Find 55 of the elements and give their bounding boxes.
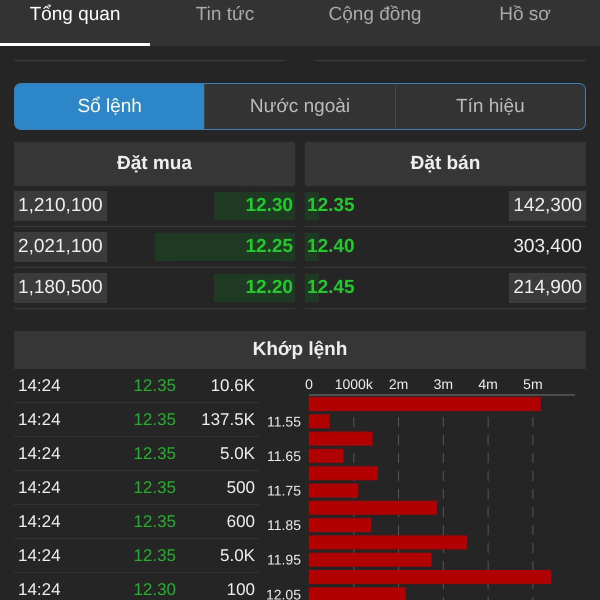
matched-header: Khớp lệnh <box>14 331 586 369</box>
trade-time: 14:24 <box>18 580 62 600</box>
buy-price: 12.30 <box>244 195 294 217</box>
axis-label: 11.95 <box>267 552 301 568</box>
axis-label: 1000k <box>334 376 373 392</box>
buy-price: 12.25 <box>244 236 294 258</box>
axis-label: 2m <box>388 376 408 392</box>
axis-label: 4m <box>478 376 498 392</box>
trade-time: 14:24 <box>18 546 62 566</box>
trade-price: 12.30 <box>132 580 176 600</box>
trade-price: 12.35 <box>132 376 176 396</box>
trade-time: 14:24 <box>18 512 62 532</box>
axis-label: 11.65 <box>267 448 301 464</box>
buy-header: Đặt mua <box>14 142 295 186</box>
trade-volume: 100 <box>226 580 255 600</box>
buy-volume: 1,210,100 <box>14 191 107 221</box>
axis-label: 5m <box>523 376 543 392</box>
segment-button[interactable]: Nước ngoài <box>204 84 395 129</box>
tab[interactable]: Hồ sơ <box>450 0 600 46</box>
trade-time: 14:24 <box>18 410 62 430</box>
trade-price: 12.35 <box>132 444 176 464</box>
axis-label: 11.55 <box>267 413 301 430</box>
trade-volume: 500 <box>226 478 255 498</box>
sell-price: 12.45 <box>306 277 356 299</box>
segment-button[interactable]: Sổ lệnh <box>15 84 204 129</box>
sell-volume: 303,400 <box>512 235 583 259</box>
trade-time: 14:24 <box>18 478 62 498</box>
trade-price: 12.35 <box>132 512 176 532</box>
sell-price: 12.40 <box>306 236 356 258</box>
sell-header: Đặt bán <box>305 142 586 186</box>
axis-label: 11.75 <box>267 482 301 498</box>
axis-label: 12.05 <box>266 586 301 600</box>
trade-volume: 137.5K <box>200 410 255 430</box>
sell-price: 12.35 <box>306 195 356 217</box>
tab[interactable]: Tổng quan <box>0 0 150 46</box>
trade-volume: 600 <box>226 512 255 532</box>
trade-price: 12.35 <box>132 478 176 498</box>
tab[interactable]: Tin tức <box>150 0 300 46</box>
axis-label: 3m <box>434 376 454 392</box>
buy-volume: 1,180,500 <box>14 273 107 303</box>
trade-volume: 5.0K <box>219 444 255 464</box>
axis-label: 11.85 <box>267 517 301 534</box>
trade-volume: 10.6K <box>210 376 255 396</box>
trade-time: 14:24 <box>18 376 62 396</box>
trade-volume: 5.0K <box>219 546 255 566</box>
buy-volume: 2,021,100 <box>14 232 107 262</box>
segment-button[interactable]: Tín hiệu <box>394 84 585 129</box>
sell-volume: 214,900 <box>509 273 586 303</box>
buy-price: 12.20 <box>244 277 294 299</box>
trade-time: 14:24 <box>18 444 62 464</box>
sell-volume: 142,300 <box>509 191 586 221</box>
axis-label: 0 <box>305 376 313 392</box>
tab[interactable]: Cộng đồng <box>300 0 450 46</box>
trade-price: 12.35 <box>132 546 176 566</box>
trade-price: 12.35 <box>132 410 176 430</box>
